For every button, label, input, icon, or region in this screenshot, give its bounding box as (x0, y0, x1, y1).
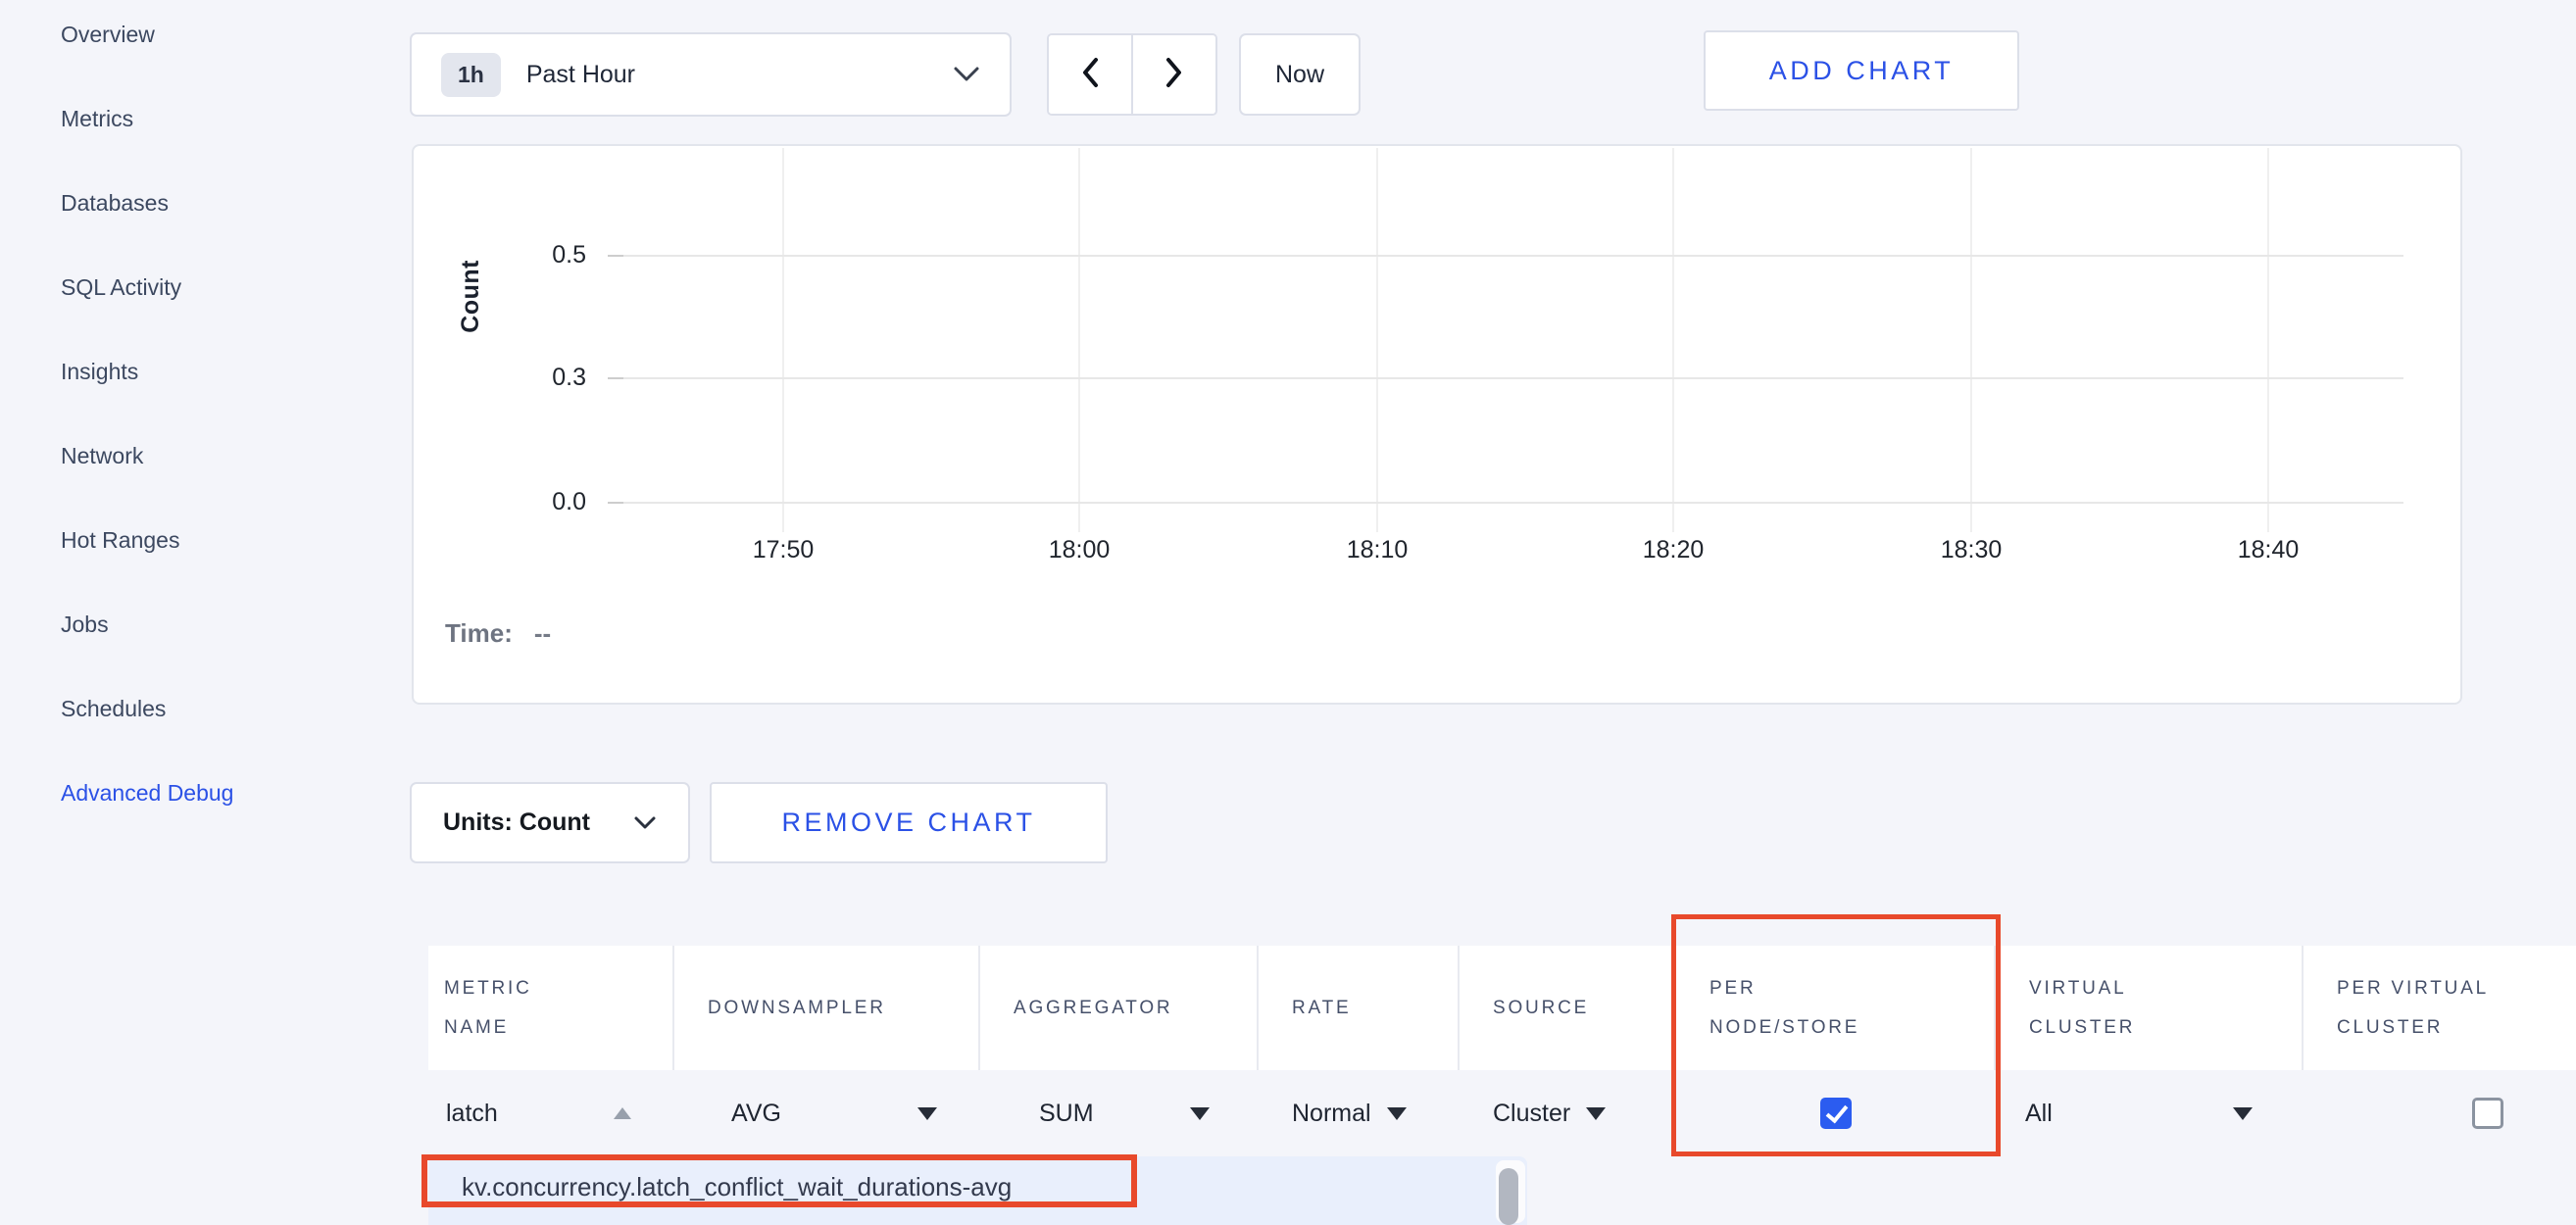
dropdown-arrow-icon (1586, 1107, 1606, 1120)
per-node-store-cell (1676, 1070, 1996, 1156)
per-virtual-cluster-cell (2304, 1070, 2576, 1156)
column-header-per-virtual-cluster: PER VIRTUAL CLUSTER (2304, 946, 2576, 1070)
time-next-button[interactable] (1133, 35, 1215, 114)
sidebar-item-hot-ranges[interactable]: Hot Ranges (61, 525, 233, 555)
rate-select[interactable]: Normal (1259, 1070, 1460, 1156)
column-header-virtual-cluster: VIRTUAL CLUSTER (1996, 946, 2304, 1070)
chevron-down-icon (633, 815, 657, 830)
aggregator-select[interactable]: SUM (980, 1070, 1259, 1156)
gridline-vertical (1078, 148, 1080, 532)
sidebar-item-overview[interactable]: Overview (61, 20, 233, 49)
column-header-downsampler: DOWNSAMPLER (674, 946, 980, 1070)
y-tick: 0.5 (516, 241, 586, 269)
virtual-cluster-value: All (2025, 1100, 2053, 1128)
now-button[interactable]: Now (1239, 33, 1361, 116)
column-header-source: SOURCE (1460, 946, 1676, 1070)
x-tick: 18:00 (1011, 536, 1148, 564)
gridline-vertical (2267, 148, 2269, 532)
time-range-badge: 1h (441, 53, 501, 97)
virtual-cluster-select[interactable]: All (1996, 1070, 2304, 1156)
time-readout-value: -- (534, 618, 551, 648)
gridline-vertical (1376, 148, 1378, 532)
remove-chart-button[interactable]: REMOVE CHART (710, 782, 1108, 863)
column-header-rate: RATE (1259, 946, 1460, 1070)
sidebar-item-metrics[interactable]: Metrics (61, 104, 233, 133)
dropdown-arrow-icon (1387, 1107, 1407, 1120)
metric-suggestions-dropdown: kv.concurrency.latch_conflict_wait_durat… (428, 1156, 1527, 1225)
time-range-picker[interactable]: 1h Past Hour (410, 32, 1012, 117)
gridline-horizontal (608, 255, 2403, 257)
chevron-down-icon (953, 66, 980, 83)
sidebar-item-schedules[interactable]: Schedules (61, 694, 233, 723)
downsampler-value: AVG (731, 1100, 781, 1128)
hover-time-readout: Time: -- (445, 618, 551, 649)
time-prev-button[interactable] (1049, 35, 1133, 114)
sidebar-item-advanced-debug[interactable]: Advanced Debug (61, 778, 233, 808)
source-value: Cluster (1493, 1100, 1570, 1128)
column-header-metric-name: METRIC NAME (428, 946, 674, 1070)
sidebar-item-network[interactable]: Network (61, 441, 233, 470)
gridline-vertical (1672, 148, 1674, 532)
units-select-label: Units: Count (443, 808, 590, 837)
x-tick: 18:10 (1309, 536, 1446, 564)
metrics-table-header: METRIC NAME DOWNSAMPLER AGGREGATOR RATE … (428, 946, 2576, 1070)
metric-name-value: latch (446, 1100, 498, 1128)
chart-card: Count 0.5 0.3 0.0 17:50 18:00 18:10 18:2… (412, 144, 2462, 705)
metric-suggestion-option[interactable]: kv.concurrency.latch_conflict_wait_durat… (428, 1156, 1527, 1202)
dropdown-open-arrow-icon (614, 1107, 631, 1119)
scrollbar-track[interactable] (1496, 1160, 1525, 1223)
sidebar-item-sql-activity[interactable]: SQL Activity (61, 272, 233, 302)
y-tick: 0.0 (516, 488, 586, 515)
units-select[interactable]: Units: Count (410, 782, 690, 863)
chevron-right-icon (1164, 56, 1185, 94)
dropdown-arrow-icon (917, 1107, 937, 1120)
per-virtual-cluster-checkbox[interactable] (2472, 1098, 2503, 1129)
time-readout-label: Time: (445, 618, 513, 648)
sidebar-item-jobs[interactable]: Jobs (61, 610, 233, 639)
gridline-horizontal (608, 377, 2403, 379)
gridline-vertical (1970, 148, 1972, 532)
add-chart-button[interactable]: ADD CHART (1704, 30, 2019, 111)
sidebar-item-databases[interactable]: Databases (61, 188, 233, 218)
x-tick: 18:20 (1605, 536, 1742, 564)
x-tick: 18:30 (1903, 536, 2040, 564)
dropdown-arrow-icon (2233, 1107, 2253, 1120)
chevron-left-icon (1079, 56, 1101, 94)
sidebar: Overview Metrics Databases SQL Activity … (61, 20, 233, 808)
column-header-aggregator: AGGREGATOR (980, 946, 1259, 1070)
source-select[interactable]: Cluster (1460, 1070, 1676, 1156)
metrics-table-row: latch AVG SUM Normal Cluster All (428, 1070, 2576, 1156)
gridline-vertical (782, 148, 784, 532)
x-tick: 18:40 (2200, 536, 2337, 564)
time-nav-group (1047, 33, 1217, 116)
metric-name-combobox[interactable]: latch (428, 1070, 674, 1156)
scrollbar-thumb[interactable] (1499, 1168, 1518, 1225)
rate-value: Normal (1292, 1100, 1371, 1128)
x-tick: 17:50 (715, 536, 852, 564)
time-range-label: Past Hour (526, 61, 635, 89)
dropdown-arrow-icon (1190, 1107, 1210, 1120)
downsampler-select[interactable]: AVG (674, 1070, 980, 1156)
sidebar-item-insights[interactable]: Insights (61, 357, 233, 386)
y-tick: 0.3 (516, 364, 586, 391)
column-header-per-node-store: PER NODE/STORE (1676, 946, 1996, 1070)
per-node-store-checkbox[interactable] (1820, 1098, 1852, 1129)
aggregator-value: SUM (1039, 1100, 1094, 1128)
gridline-horizontal (608, 502, 2403, 504)
y-axis-label: Count (457, 260, 485, 333)
